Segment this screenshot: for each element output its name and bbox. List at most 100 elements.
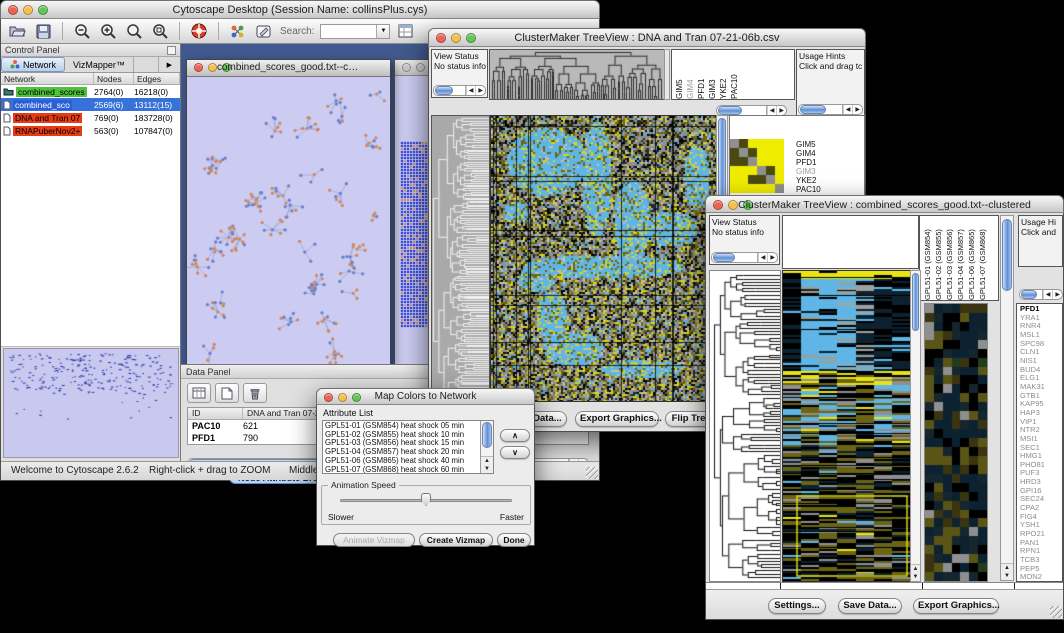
document-icon bbox=[3, 100, 11, 110]
search-dropdown-icon[interactable]: ▼ bbox=[376, 25, 389, 38]
resize-grip[interactable] bbox=[586, 467, 598, 479]
attribute-table-icon[interactable] bbox=[396, 22, 416, 40]
network-name: combined_scores bbox=[16, 87, 87, 97]
folder-icon bbox=[3, 87, 14, 96]
attribute-grid-icon[interactable] bbox=[187, 383, 211, 403]
zoom-column-labels: GIM5GIM4PFD1GIM3YKE2PAC10 bbox=[671, 49, 795, 100]
expression-heatmap[interactable] bbox=[782, 270, 911, 582]
view-status-scrollbar[interactable]: ◀▶ bbox=[433, 85, 486, 96]
network-table-row[interactable]: DNA and Tran 07769(0)183728(0) bbox=[1, 111, 180, 124]
document-icon bbox=[3, 113, 11, 123]
create-vizmap-button[interactable]: Create Vizmap bbox=[419, 533, 493, 547]
close-icon[interactable] bbox=[713, 200, 723, 210]
column-dendrogram[interactable] bbox=[489, 49, 665, 100]
resize-grip[interactable] bbox=[1050, 606, 1062, 618]
map-dialog-title: Map Colors to Network bbox=[347, 391, 504, 402]
delete-attribute-icon[interactable] bbox=[243, 383, 267, 403]
float-panel-icon[interactable] bbox=[167, 46, 176, 55]
network-name: RNAPuberNov2+ bbox=[13, 126, 82, 136]
tab-vizmapper[interactable]: VizMapper™ bbox=[65, 57, 134, 72]
status-welcome: Welcome to Cytoscape 2.6.2 bbox=[11, 465, 139, 476]
main-title-bar[interactable]: Cytoscape Desktop (Session Name: collins… bbox=[0, 0, 600, 19]
zoom-out-icon[interactable] bbox=[72, 22, 92, 40]
view-status-scrollbar[interactable]: ◀▶ bbox=[711, 252, 778, 263]
attribute-listbox[interactable]: GPL51-01 (GSM854) heat shock 05 minGPL51… bbox=[322, 420, 494, 474]
help-lifering-icon[interactable] bbox=[189, 22, 209, 40]
global-vscrollbar[interactable]: ▲▼ bbox=[1000, 215, 1014, 581]
zoom-fit-icon[interactable] bbox=[124, 22, 144, 40]
data-panel-title: Data Panel bbox=[186, 367, 231, 377]
done-button[interactable]: Done bbox=[497, 533, 531, 547]
bottom-strip bbox=[706, 582, 1063, 589]
zoom-row-label: YKE2 bbox=[796, 176, 821, 185]
scroll-up-icon[interactable]: ▲ bbox=[911, 565, 920, 573]
speed-slider-thumb[interactable] bbox=[421, 493, 431, 506]
heatmap-vscrollbar[interactable]: ▲▼ bbox=[910, 270, 921, 582]
data-panel-col-id[interactable]: ID bbox=[188, 408, 243, 419]
scroll-up-icon[interactable]: ▲ bbox=[1001, 564, 1013, 572]
zoom-selected-icon[interactable] bbox=[150, 22, 170, 40]
export-graphics-button[interactable]: Export Graphics... bbox=[913, 598, 999, 614]
animate-vizmap-button[interactable]: Animate Vizmap bbox=[333, 533, 415, 547]
treeview2-title-bar[interactable]: ClusterMaker TreeView : combined_scores_… bbox=[705, 195, 1064, 213]
network-table-row[interactable]: combined_sco2569(6)13112(15) bbox=[1, 98, 180, 111]
network-view-clusters[interactable] bbox=[187, 77, 390, 364]
treeview1-title-bar[interactable]: ClusterMaker TreeView : DNA and Tran 07-… bbox=[428, 28, 866, 47]
open-folder-icon[interactable] bbox=[7, 22, 27, 40]
treeview2-view-status: View Status No status info ◀▶ bbox=[709, 215, 780, 265]
usage-hints-scrollbar[interactable]: ◀▶ bbox=[1019, 289, 1063, 300]
search-input[interactable]: ▼ bbox=[320, 24, 390, 39]
scroll-up-icon[interactable]: ▲ bbox=[481, 457, 493, 465]
save-data-button[interactable]: Save Data... bbox=[838, 598, 902, 614]
zoom-matrix[interactable] bbox=[730, 139, 784, 193]
network-table: combined_scores2764(0)16218(0)combined_s… bbox=[1, 85, 180, 347]
close-icon[interactable] bbox=[436, 33, 446, 43]
usage-hints-scrollbar[interactable]: ◀▶ bbox=[798, 104, 863, 115]
map-colors-dialog: Map Colors to Network Attribute List GPL… bbox=[316, 388, 535, 546]
scroll-down-icon[interactable]: ▼ bbox=[1001, 572, 1013, 580]
network-window-1[interactable]: combined_scores_good.txt--cluste... bbox=[186, 59, 391, 364]
minimize-icon[interactable] bbox=[208, 63, 217, 72]
rotated-column-label: GIM4 bbox=[685, 50, 696, 99]
row-dendrogram[interactable] bbox=[709, 270, 781, 582]
attribute-list-vscrollbar[interactable]: ▲▼ bbox=[480, 421, 493, 473]
rotated-column-label: PAC10 bbox=[729, 50, 740, 99]
annotation-icon[interactable] bbox=[254, 22, 274, 40]
close-icon[interactable] bbox=[324, 393, 333, 402]
tab-overflow-arrow[interactable]: ▶ bbox=[158, 57, 180, 72]
export-graphics-button[interactable]: Export Graphics... bbox=[575, 411, 659, 427]
network-nodes: 2569(6) bbox=[94, 100, 134, 110]
move-down-button[interactable]: ∨ bbox=[500, 446, 530, 459]
network-icon[interactable] bbox=[228, 22, 248, 40]
row-dendrogram[interactable] bbox=[431, 115, 490, 402]
animation-speed-legend: Animation Speed bbox=[328, 480, 399, 490]
save-icon[interactable] bbox=[33, 22, 53, 40]
network-nodes: 769(0) bbox=[94, 113, 134, 123]
minimize-icon[interactable] bbox=[416, 63, 425, 72]
network-edges: 16218(0) bbox=[134, 87, 180, 97]
expression-heatmap[interactable] bbox=[490, 115, 717, 402]
map-dialog-title-bar[interactable]: Map Colors to Network bbox=[316, 388, 535, 405]
scroll-down-icon[interactable]: ▼ bbox=[911, 573, 920, 581]
birdseye-view[interactable] bbox=[3, 348, 179, 458]
move-up-button[interactable]: ∧ bbox=[500, 429, 530, 442]
treeview-window-2: ClusterMaker TreeView : combined_scores_… bbox=[705, 195, 1064, 620]
new-attribute-icon[interactable] bbox=[215, 383, 239, 403]
zoom-in-icon[interactable] bbox=[98, 22, 118, 40]
tab-network[interactable]: Network bbox=[1, 57, 65, 72]
zoom-matrix[interactable] bbox=[924, 303, 988, 582]
close-icon[interactable] bbox=[402, 63, 411, 72]
close-icon[interactable] bbox=[194, 63, 203, 72]
attribute-list-item[interactable]: GPL51-07 (GSM868) heat shock 60 min bbox=[323, 466, 479, 474]
settings-button[interactable]: Settings... bbox=[768, 598, 826, 614]
minimize-icon[interactable] bbox=[338, 393, 347, 402]
data-panel-toolbar bbox=[187, 383, 271, 403]
network-table-row[interactable]: combined_scores2764(0)16218(0) bbox=[1, 85, 180, 98]
slider-min-label: Slower bbox=[328, 512, 354, 522]
gene-label[interactable]: MON2 bbox=[1020, 573, 1062, 582]
network-table-row[interactable]: RNAPuberNov2+563(0)107847(0) bbox=[1, 124, 180, 137]
close-icon[interactable] bbox=[8, 5, 18, 15]
scroll-down-icon[interactable]: ▼ bbox=[481, 465, 493, 473]
dendrogram-mini-scrollbar[interactable] bbox=[664, 49, 670, 100]
network-table-header: Network Nodes Edges bbox=[1, 73, 180, 85]
